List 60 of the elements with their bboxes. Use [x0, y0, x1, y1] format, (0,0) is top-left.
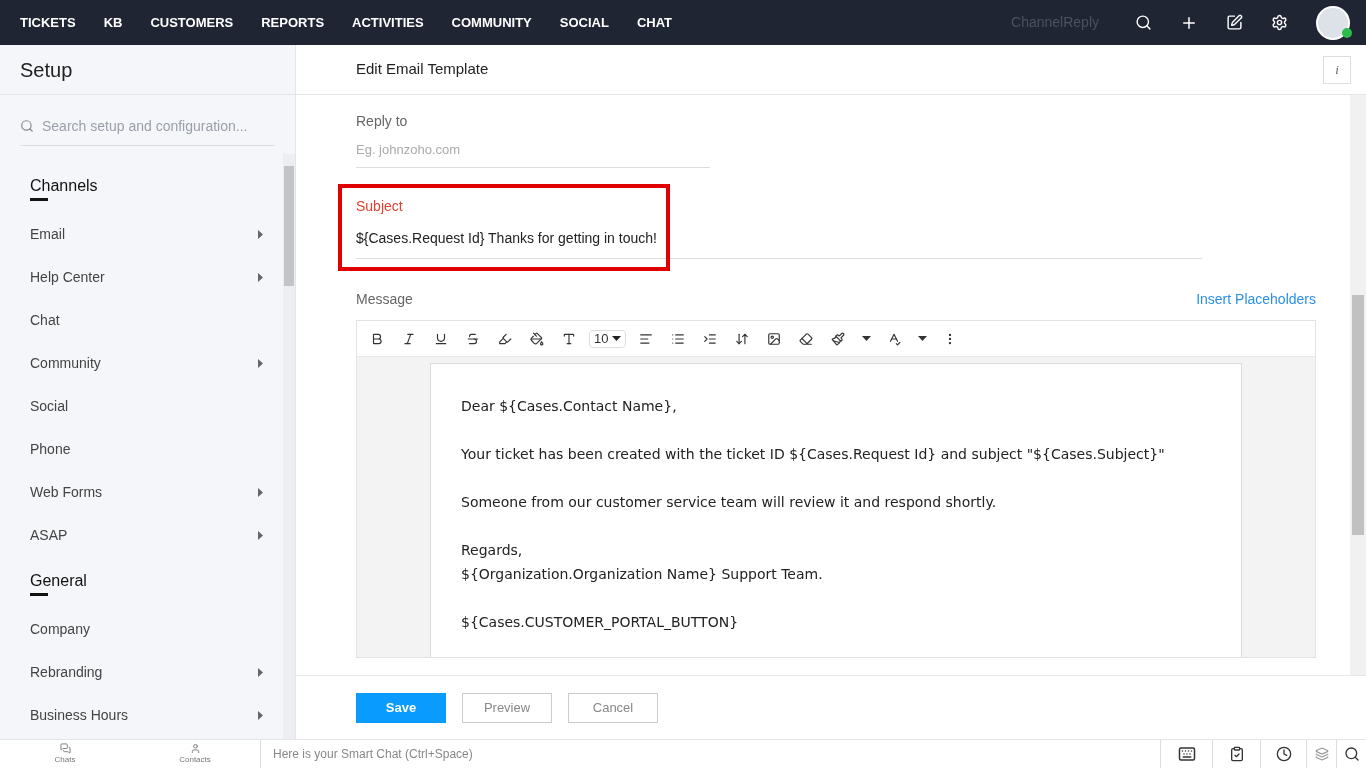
clock-icon[interactable]: [1275, 746, 1292, 762]
body-text-line: Someone from our customer service team will review it and respond shortly.: [461, 493, 998, 512]
sidebar-item[interactable]: Web Forms: [0, 471, 283, 514]
sidebar-item[interactable]: Email: [0, 213, 283, 256]
sidebar-item[interactable]: ASAP: [0, 514, 283, 557]
compose-icon[interactable]: [1226, 14, 1243, 31]
nav-link[interactable]: TICKETS: [20, 12, 76, 33]
nav-link[interactable]: ACTIVITIES: [352, 12, 424, 33]
avatar[interactable]: [1316, 5, 1350, 40]
action-button[interactable]: Cancel: [568, 692, 658, 723]
sidebar-item[interactable]: Help Center: [0, 256, 283, 299]
settings-icon[interactable]: [1271, 14, 1288, 31]
scrollbar[interactable]: [283, 154, 295, 739]
chat-bubbles-icon: [59, 742, 71, 754]
field-label: Message: [356, 290, 413, 309]
body-text-line: ${Organization.Organization Name} Support Team.: [461, 565, 824, 584]
sidebar-item[interactable]: Rebranding: [0, 651, 283, 694]
smart-chat-field[interactable]: Here is your Smart Chat (Ctrl+Space): [260, 740, 1160, 768]
scrollbar[interactable]: [1350, 95, 1366, 675]
field-label: Subject: [356, 197, 404, 216]
section-heading: General: [30, 571, 87, 591]
page-title: Edit Email Template: [356, 59, 489, 80]
stack-icon[interactable]: [1314, 747, 1329, 761]
search-icon: [20, 119, 34, 133]
sidebar-item[interactable]: Business Hours: [0, 694, 283, 737]
font-size-select[interactable]: 10: [589, 329, 627, 348]
nav-link[interactable]: CUSTOMERS: [150, 12, 234, 33]
nav-link[interactable]: SOCIAL: [559, 12, 609, 33]
sidebar-item[interactable]: Chat: [0, 299, 283, 342]
sidebar-item[interactable]: Phone: [0, 428, 283, 471]
nav-link[interactable]: CHAT: [636, 12, 673, 33]
clipboard-check-icon[interactable]: [1228, 746, 1245, 762]
caret-icon[interactable]: [861, 336, 871, 341]
body-text-line: Dear ${Cases.Contact Name},: [461, 397, 678, 416]
sidebar-title: Setup: [20, 57, 73, 83]
insert-placeholders-link[interactable]: Insert Placeholders: [1196, 289, 1316, 310]
sidebar-item[interactable]: Community: [0, 342, 283, 385]
nav-link[interactable]: REPORTS: [261, 12, 325, 33]
caret-icon: [612, 336, 622, 341]
body-text-line: ${Cases.CUSTOMER_PORTAL_BUTTON}: [461, 613, 740, 632]
sidebar-item[interactable]: Social: [0, 385, 283, 428]
field-label: Reply to: [356, 112, 409, 131]
nav-link[interactable]: KB: [103, 12, 123, 33]
body-text-line: Your ticket has been created with the ticket ID ${Cases.Request Id} and subject "${Cases.Subject}": [461, 445, 1166, 464]
person-icon: [189, 742, 201, 754]
search-icon[interactable]: [1343, 746, 1360, 762]
info-button[interactable]: i: [1323, 55, 1351, 84]
sidebar-item[interactable]: Company: [0, 608, 283, 651]
section-heading: Channels: [30, 176, 98, 196]
bottom-tab[interactable]: Contacts: [130, 742, 260, 766]
subject-field[interactable]: ${Cases.Request Id} Thanks for getting in touch!: [356, 217, 1202, 259]
keyboard-icon[interactable]: [1177, 745, 1196, 763]
nav-link[interactable]: COMMUNITY: [451, 12, 532, 33]
bottom-tab[interactable]: Chats: [0, 742, 130, 766]
action-button[interactable]: Preview: [462, 692, 552, 723]
body-text-line: Regards,: [461, 541, 524, 560]
search-field[interactable]: Search setup and configuration...: [42, 115, 275, 137]
reply-to-field[interactable]: Eg. johnzoho.com: [356, 132, 710, 168]
search-icon[interactable]: [1135, 14, 1152, 31]
caret-icon[interactable]: [917, 336, 927, 341]
